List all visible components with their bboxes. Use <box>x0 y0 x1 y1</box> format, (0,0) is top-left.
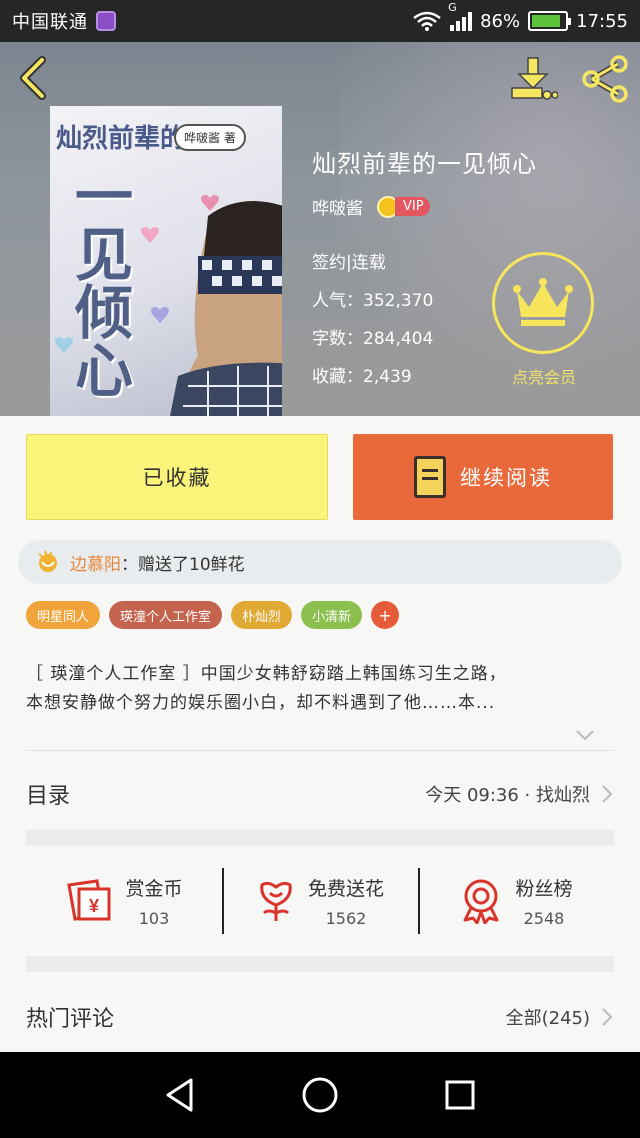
heart-decoration-icon <box>151 307 169 323</box>
cover-title-text: 灿烈前辈的 <box>56 124 187 154</box>
gift-banner[interactable]: 边慕阳 ：赠送了10鲜花 <box>18 540 622 584</box>
section-separator <box>26 830 614 846</box>
gift-message: ：赠送了10鲜花 <box>121 554 245 575</box>
hot-comments-label: 热门评论 <box>26 1007 115 1032</box>
collected-button[interactable]: 已收藏 <box>26 434 328 520</box>
square-recents-icon <box>445 1080 475 1110</box>
network-type: G <box>448 1 457 14</box>
book-header: 灿烈前辈的 哗啵酱 著 一见倾心 灿烈前辈的一见倾心 哗啵酱 VIP 签约|连载… <box>0 42 640 416</box>
free-flowers-button[interactable]: 免费送花 1562 <box>222 856 418 946</box>
download-icon <box>511 57 559 100</box>
medal-icon <box>463 879 499 924</box>
wifi-icon <box>413 11 441 31</box>
fan-ranking-button[interactable]: 粉丝榜 2548 <box>418 856 614 946</box>
heart-decoration-icon <box>141 227 159 243</box>
cover-portrait <box>170 201 282 416</box>
flower-pot-icon <box>38 550 57 572</box>
red-envelope-icon: ¥ <box>67 879 111 921</box>
synopsis[interactable]: ［ 瑛潼个人工作室 ］中国少女韩舒窈踏上韩国练习生之路， 本想安静做个努力的娱乐… <box>26 660 616 718</box>
book-favorites: 收藏：2,439 <box>312 367 412 387</box>
author-row[interactable]: 哗啵酱 VIP <box>312 194 430 219</box>
share-button[interactable] <box>580 54 630 104</box>
nav-home-button[interactable] <box>296 1071 344 1119</box>
triangle-back-icon <box>166 1078 193 1112</box>
all-comments-link[interactable]: 全部(245) <box>506 1004 590 1030</box>
notification-app-icon <box>96 11 116 31</box>
carrier-name: 中国联通 <box>12 12 88 33</box>
tag-item[interactable]: 朴灿烈 <box>231 601 293 629</box>
clock: 17:55 <box>576 10 628 32</box>
continue-reading-label: 继续阅读 <box>460 466 552 490</box>
stat-value: 1562 <box>325 909 367 928</box>
activate-membership-button[interactable]: 点亮会员 <box>492 252 596 402</box>
book-popularity: 人气：352,370 <box>312 291 434 311</box>
tag-list: 明星同人 瑛潼个人工作室 朴灿烈 小清新 + <box>26 601 400 629</box>
add-tag-button[interactable]: + <box>371 601 400 629</box>
latest-chapter: 今天 09:36 · 找灿烈 <box>425 785 590 806</box>
book-cover[interactable]: 灿烈前辈的 哗啵酱 著 一见倾心 <box>50 106 282 416</box>
reward-coins-button[interactable]: ¥ 赏金币 103 <box>26 856 222 946</box>
cover-author-tag: 哗啵酱 著 <box>174 124 246 151</box>
catalog-row[interactable]: 目录 今天 09:36 · 找灿烈 <box>26 764 614 824</box>
section-separator <box>26 956 614 972</box>
flower-icon <box>260 881 292 921</box>
cover-vertical-title: 一见倾心 <box>65 166 133 398</box>
status-bar: 中国联通 G 86% 17:55 <box>0 0 640 42</box>
chevron-right-icon <box>602 785 613 803</box>
divider <box>26 750 614 751</box>
stats-row: ¥ 赏金币 103 免费送花 1562 粉丝榜 2548 <box>26 856 614 946</box>
hot-comments-header: 热门评论 全部(245) <box>26 990 614 1044</box>
synopsis-line: ［ 瑛潼个人工作室 ］中国少女韩舒窈踏上韩国练习生之路， <box>26 664 507 684</box>
signal-icon: G <box>448 1 473 31</box>
battery-percent: 86% <box>480 10 521 32</box>
tag-item[interactable]: 瑛潼个人工作室 <box>109 601 223 629</box>
stat-value: 2548 <box>523 909 565 928</box>
circle-home-icon <box>302 1077 338 1113</box>
crown-icon <box>513 278 573 326</box>
author-name[interactable]: 哗啵酱 <box>312 194 363 219</box>
member-label: 点亮会员 <box>511 368 576 387</box>
stat-label: 免费送花 <box>307 878 384 900</box>
catalog-label: 目录 <box>26 784 71 809</box>
heart-decoration-icon <box>201 195 219 211</box>
svg-text:¥: ¥ <box>89 896 99 916</box>
vip-label: VIP <box>395 197 430 216</box>
back-button[interactable] <box>14 56 54 100</box>
tag-item[interactable]: 小清新 <box>301 601 363 629</box>
stat-label: 粉丝榜 <box>515 878 573 900</box>
download-button[interactable] <box>508 54 559 104</box>
book-icon <box>414 456 446 498</box>
collected-label: 已收藏 <box>142 466 212 490</box>
gift-sender[interactable]: 边慕阳 <box>70 550 121 575</box>
chevron-down-icon[interactable] <box>574 724 596 746</box>
member-badge <box>492 252 594 354</box>
vip-badge: VIP <box>377 195 430 218</box>
synopsis-line: 本想安静做个努力的娱乐圈小白，却不料遇到了他……本... <box>26 693 496 713</box>
battery-icon <box>528 11 572 31</box>
system-nav-bar <box>0 1052 640 1138</box>
heart-decoration-icon <box>55 337 73 353</box>
stat-value: 103 <box>138 909 170 928</box>
book-title: 灿烈前辈的一见倾心 <box>312 150 537 178</box>
tag-item[interactable]: 明星同人 <box>26 601 101 629</box>
stat-label: 赏金币 <box>125 878 183 900</box>
chevron-right-icon[interactable] <box>600 1006 614 1028</box>
book-word-count: 字数：284,404 <box>312 329 434 349</box>
chevron-left-icon <box>20 56 46 100</box>
book-status: 签约|连载 <box>312 253 386 273</box>
share-icon <box>582 55 628 103</box>
continue-reading-button[interactable]: 继续阅读 <box>353 434 613 520</box>
nav-back-button[interactable] <box>156 1071 204 1119</box>
nav-recents-button[interactable] <box>436 1071 484 1119</box>
